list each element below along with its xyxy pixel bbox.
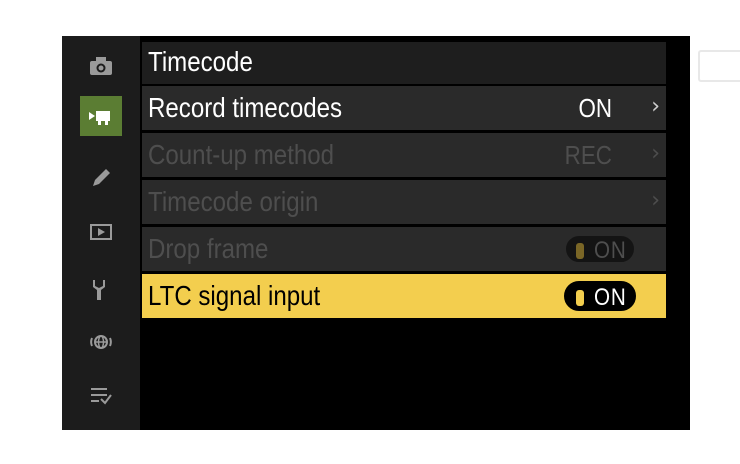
- menu-item-value: REC: [564, 140, 612, 170]
- network-icon: [89, 330, 113, 354]
- menu-item-value: ON: [578, 93, 612, 123]
- chevron-right-icon: ›: [651, 94, 660, 119]
- menu-item-label: Count-up method: [148, 139, 335, 170]
- movie-camera-icon: [88, 106, 114, 126]
- menu-item-label: Drop frame: [148, 233, 269, 264]
- pencil-icon: [90, 167, 112, 189]
- chevron-right-icon: ›: [651, 141, 660, 166]
- sidebar-item-my-menu[interactable]: [80, 376, 122, 416]
- sidebar-item-custom-settings[interactable]: [80, 158, 122, 198]
- sidebar-item-movie-shooting[interactable]: [80, 96, 122, 136]
- menu-item-label: LTC signal input: [148, 280, 321, 311]
- ltc-signal-input-toggle[interactable]: ON: [564, 281, 636, 311]
- menu-item-timecode-origin[interactable]: Timecode origin ›: [142, 180, 666, 224]
- sidebar: [62, 36, 140, 430]
- my-menu-icon: [89, 385, 113, 407]
- menu-item-count-up-method[interactable]: Count-up method REC ›: [142, 133, 666, 177]
- toggle-state: ON: [594, 237, 627, 264]
- menu-item-drop-frame[interactable]: Drop frame ON: [142, 227, 666, 271]
- sidebar-item-playback[interactable]: [80, 212, 122, 252]
- camera-icon: [89, 56, 113, 76]
- toggle-knob: [576, 290, 584, 306]
- page-title: Timecode: [148, 46, 253, 77]
- playback-icon: [89, 222, 113, 242]
- camera-menu-screen: Timecode Record timecodes ON › Count-up …: [62, 36, 740, 430]
- sidebar-item-photo-shooting[interactable]: [80, 46, 122, 86]
- menu-item-label: Timecode origin: [148, 186, 319, 217]
- return-icon: [710, 54, 736, 79]
- menu-item-label: Record timecodes: [148, 92, 343, 123]
- back-button[interactable]: [698, 50, 740, 82]
- chevron-right-icon: ›: [651, 188, 660, 213]
- toggle-knob: [576, 243, 584, 259]
- menu-item-ltc-signal-input[interactable]: LTC signal input ON: [142, 274, 666, 318]
- menu-item-record-timecodes[interactable]: Record timecodes ON ›: [142, 86, 666, 130]
- wrench-icon: [91, 278, 111, 302]
- sidebar-item-setup[interactable]: [80, 270, 122, 310]
- drop-frame-toggle[interactable]: ON: [564, 234, 636, 264]
- toggle-state: ON: [594, 284, 627, 311]
- menu-header: Timecode: [142, 42, 740, 84]
- sidebar-item-network[interactable]: [80, 322, 122, 362]
